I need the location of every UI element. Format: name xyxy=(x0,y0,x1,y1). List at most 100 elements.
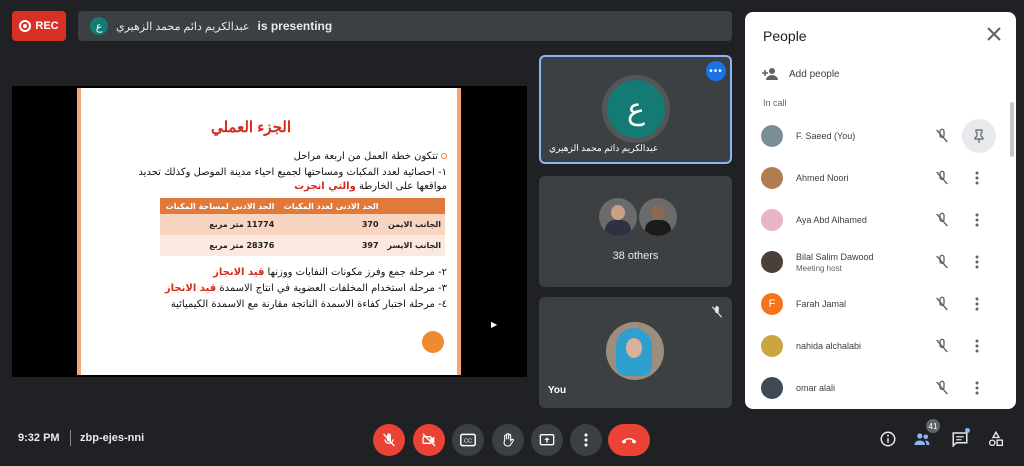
close-icon[interactable] xyxy=(986,26,1002,42)
self-tile[interactable]: You xyxy=(539,297,732,408)
more-vert-icon[interactable] xyxy=(975,381,979,395)
participant-avatar xyxy=(761,209,783,231)
activities-icon[interactable] xyxy=(987,430,1005,448)
slide-table: الحد الادنى لعدد المكبات الحد الادنى لمس… xyxy=(160,198,445,256)
camera-off-icon xyxy=(422,433,436,447)
hang-up-icon xyxy=(621,438,637,444)
more-options-icon[interactable]: ••• xyxy=(706,61,726,81)
mic-toggle-button[interactable] xyxy=(373,424,405,456)
table-header: الحد الادنى لمساحة المكبات xyxy=(160,198,279,214)
slide-line-2: ١- احصائية لعدد المكبات ومساحتها لجميع ا… xyxy=(138,167,447,178)
hand-icon xyxy=(503,433,514,447)
shared-slide: الجزء العملي تتكون خطة العمل من اربعة مر… xyxy=(77,88,461,375)
camera-toggle-button[interactable] xyxy=(413,424,445,456)
info-icon[interactable] xyxy=(879,430,897,448)
others-tile[interactable]: 38 others xyxy=(539,176,732,287)
more-vert-icon xyxy=(584,433,588,447)
list-item[interactable]: Ahmed Noori xyxy=(745,157,1008,199)
table-row: الجانب الايمن 370 11774 متر مربع xyxy=(160,214,445,235)
mic-off-icon xyxy=(383,433,395,447)
captions-icon: CC xyxy=(460,433,476,447)
add-person-icon xyxy=(762,68,778,80)
participant-name: Aya Abd Alhamed xyxy=(796,215,867,225)
pin-button[interactable] xyxy=(962,119,996,153)
present-now-button[interactable] xyxy=(531,424,563,456)
people-list: F. Saeed (You) Ahmed Noori Aya Abd Alham… xyxy=(745,115,1008,409)
table-header: الحد الادنى لعدد المكبات xyxy=(278,198,383,214)
more-vert-icon[interactable] xyxy=(975,171,979,185)
raise-hand-button[interactable] xyxy=(492,424,524,456)
slide-title: الجزء العملي xyxy=(210,119,291,136)
divider xyxy=(70,430,71,446)
participant-avatar xyxy=(599,198,637,236)
slide-border-left xyxy=(77,88,81,375)
bullet-icon xyxy=(441,153,447,159)
slide-step-3: ٣- مرحلة استخدام المخلفات العضوية في انت… xyxy=(164,283,447,294)
presenting-banner: ع عبدالكريم دائم محمد الزهيري is present… xyxy=(78,11,732,41)
participant-avatar: F xyxy=(761,293,783,315)
list-item[interactable]: F. Saeed (You) xyxy=(745,115,1008,157)
slide-line-3: مواقعها على الخارطة والتي انجزت xyxy=(294,181,447,192)
presenter-mini-avatar: ع xyxy=(90,17,108,35)
slide-decoration-circle xyxy=(422,331,444,353)
more-vert-icon[interactable] xyxy=(975,213,979,227)
participant-name: Ahmed Noori xyxy=(796,173,849,183)
mic-off-icon xyxy=(936,380,948,395)
host-label: Meeting host xyxy=(796,263,842,273)
self-avatar xyxy=(606,322,664,380)
others-count-label: 38 others xyxy=(612,250,659,262)
mic-off-icon xyxy=(711,306,723,318)
people-panel: People Add people In call F. Saeed (You) xyxy=(745,12,1016,409)
participant-avatar xyxy=(761,335,783,357)
participant-avatar xyxy=(761,167,783,189)
participant-name: Farah Jamal xyxy=(796,299,847,309)
more-vert-icon[interactable] xyxy=(975,255,979,269)
more-options-button[interactable] xyxy=(570,424,602,456)
list-item[interactable]: F Farah Jamal xyxy=(745,283,1008,325)
chat-notification-dot xyxy=(965,428,970,433)
mic-off-icon xyxy=(936,296,948,311)
presenter-tile-name: عبدالكريم دائم محمد الزهيري xyxy=(549,143,659,153)
self-label: You xyxy=(548,385,567,396)
participant-name: nahida alchalabi xyxy=(796,341,862,351)
table-header xyxy=(382,198,445,214)
participant-name: F. Saeed (You) xyxy=(796,131,856,141)
slide-step-2: ٢- مرحلة جمع وفرز مكونات النفايات ووزنها… xyxy=(213,267,447,278)
mouse-cursor-icon: ▶ xyxy=(491,320,498,329)
panel-scrollbar[interactable] xyxy=(1010,102,1014,157)
presenter-name: عبدالكريم دائم محمد الزهيري xyxy=(116,20,250,33)
leave-call-button[interactable] xyxy=(608,424,650,456)
slide-line-1: تتكون خطة العمل من اربعة مراحل xyxy=(294,150,447,163)
slide-border-right xyxy=(457,88,461,375)
pin-icon xyxy=(974,129,984,143)
presenter-tile[interactable]: ع ••• عبدالكريم دائم محمد الزهيري xyxy=(539,55,732,164)
participant-name: omar alali xyxy=(796,383,836,393)
list-item[interactable]: nahida alchalabi xyxy=(745,325,1008,367)
recording-badge[interactable]: REC xyxy=(12,11,66,41)
mic-off-icon xyxy=(936,170,948,185)
list-item[interactable]: omar alali xyxy=(745,367,1008,409)
mic-off-icon xyxy=(936,338,948,353)
participant-avatar xyxy=(639,198,677,236)
clock: 9:32 PM xyxy=(18,432,60,444)
add-people-button[interactable]: Add people xyxy=(761,67,840,81)
mic-off-icon xyxy=(936,212,948,227)
svg-text:CC: CC xyxy=(464,438,472,444)
others-avatars xyxy=(599,198,677,236)
participant-avatar xyxy=(761,377,783,399)
present-screen-icon xyxy=(539,434,555,446)
participant-avatar xyxy=(761,251,783,273)
more-vert-icon[interactable] xyxy=(975,297,979,311)
list-item[interactable]: Aya Abd Alhamed xyxy=(745,199,1008,241)
table-row: الجانب الايسر 397 28376 متر مربع xyxy=(160,235,445,256)
participant-name: Bilal Salim Dawood xyxy=(796,251,874,262)
list-item[interactable]: Bilal Salim Dawood Meeting host xyxy=(745,241,1008,283)
people-icon[interactable] xyxy=(913,430,931,448)
mic-off-icon xyxy=(936,128,948,143)
meeting-code[interactable]: zbp-ejes-nni xyxy=(80,432,144,444)
participant-avatar xyxy=(761,125,783,147)
slide-step-4: ٤- مرحلة اختبار كفاءة الاسمدة الناتجة مق… xyxy=(170,299,447,310)
captions-button[interactable]: CC xyxy=(452,424,484,456)
participant-count-badge: 41 xyxy=(926,419,940,433)
more-vert-icon[interactable] xyxy=(975,339,979,353)
